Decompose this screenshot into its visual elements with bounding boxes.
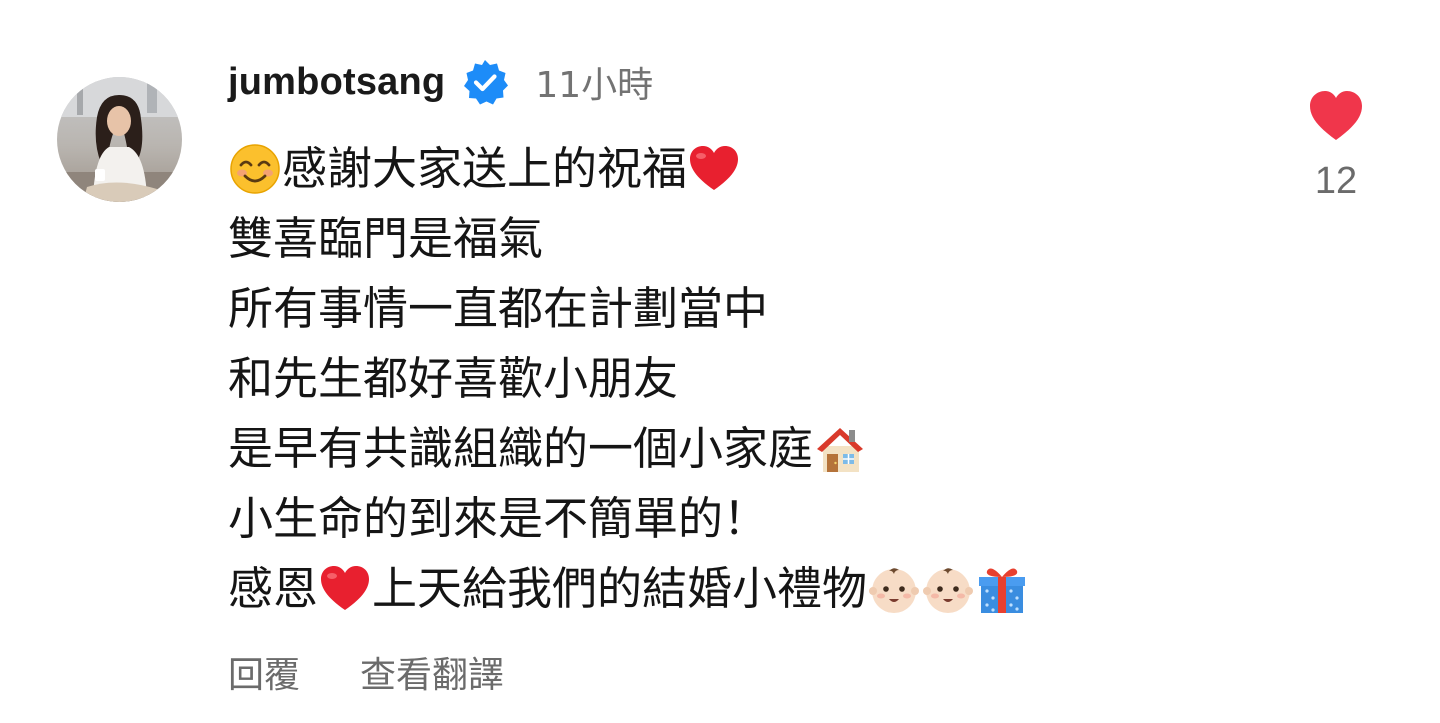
comment-line: 是早有共識組織的一個小家庭 — [228, 414, 1268, 484]
comment-line-text: 小生命的到來是不簡單的！ — [228, 492, 769, 545]
like-count: 12 — [1314, 160, 1358, 202]
avatar[interactable] — [57, 77, 182, 202]
like-control: 12 — [1300, 90, 1372, 203]
comment-line-text: 是早有共識組織的一個小家庭 — [228, 422, 814, 475]
comment-line: 雙喜臨門是福氣 — [228, 204, 1268, 274]
reply-button[interactable]: 回覆 — [228, 646, 300, 698]
comment-line-text: 感恩 — [228, 562, 319, 615]
comment-line-text: 上天給我們的結婚小禮物 — [372, 562, 868, 615]
comment-line: 所有事情一直都在計劃當中 — [228, 274, 1268, 344]
verified-badge-icon — [461, 58, 509, 106]
comment-timestamp: 11小時 — [535, 65, 654, 106]
comment-line-text: 所有事情一直都在計劃當中 — [228, 282, 769, 335]
comment-line: 和先生都好喜歡小朋友 — [228, 344, 1268, 414]
comment-body: 感謝大家送上的祝福 雙喜臨門是福氣 所有事情一直都在計劃當中 和先生都好喜歡小朋… — [228, 134, 1268, 624]
comment-line-text: 感謝大家送上的祝福 — [282, 142, 688, 195]
gift-icon — [975, 562, 1029, 616]
smiling-face-icon — [228, 142, 282, 196]
red-heart-icon — [318, 562, 372, 616]
comment-line: 小生命的到來是不簡單的！ — [228, 484, 1268, 554]
baby-face-icon — [867, 562, 921, 616]
comment-line-text: 和先生都好喜歡小朋友 — [228, 352, 679, 405]
avatar-photo — [57, 77, 182, 202]
baby-face-icon — [921, 562, 975, 616]
heart-icon[interactable] — [1308, 90, 1364, 142]
comment-header: jumbotsang 11小時 — [228, 52, 653, 112]
house-icon — [813, 422, 867, 476]
see-translation-button[interactable]: 查看翻譯 — [360, 646, 504, 698]
red-heart-icon — [687, 142, 741, 196]
comment-actions: 回覆 查看翻譯 — [228, 642, 504, 702]
comment-line-text: 雙喜臨門是福氣 — [228, 212, 544, 265]
comment-item: jumbotsang 11小時 感謝大家送上的祝福 雙喜臨門是福氣 所有事情一直… — [0, 0, 1440, 723]
comment-line: 感謝大家送上的祝福 — [228, 134, 1268, 204]
username-link[interactable]: jumbotsang — [228, 61, 445, 104]
comment-line: 感恩 上天給我們的結婚小禮物 — [228, 554, 1268, 624]
